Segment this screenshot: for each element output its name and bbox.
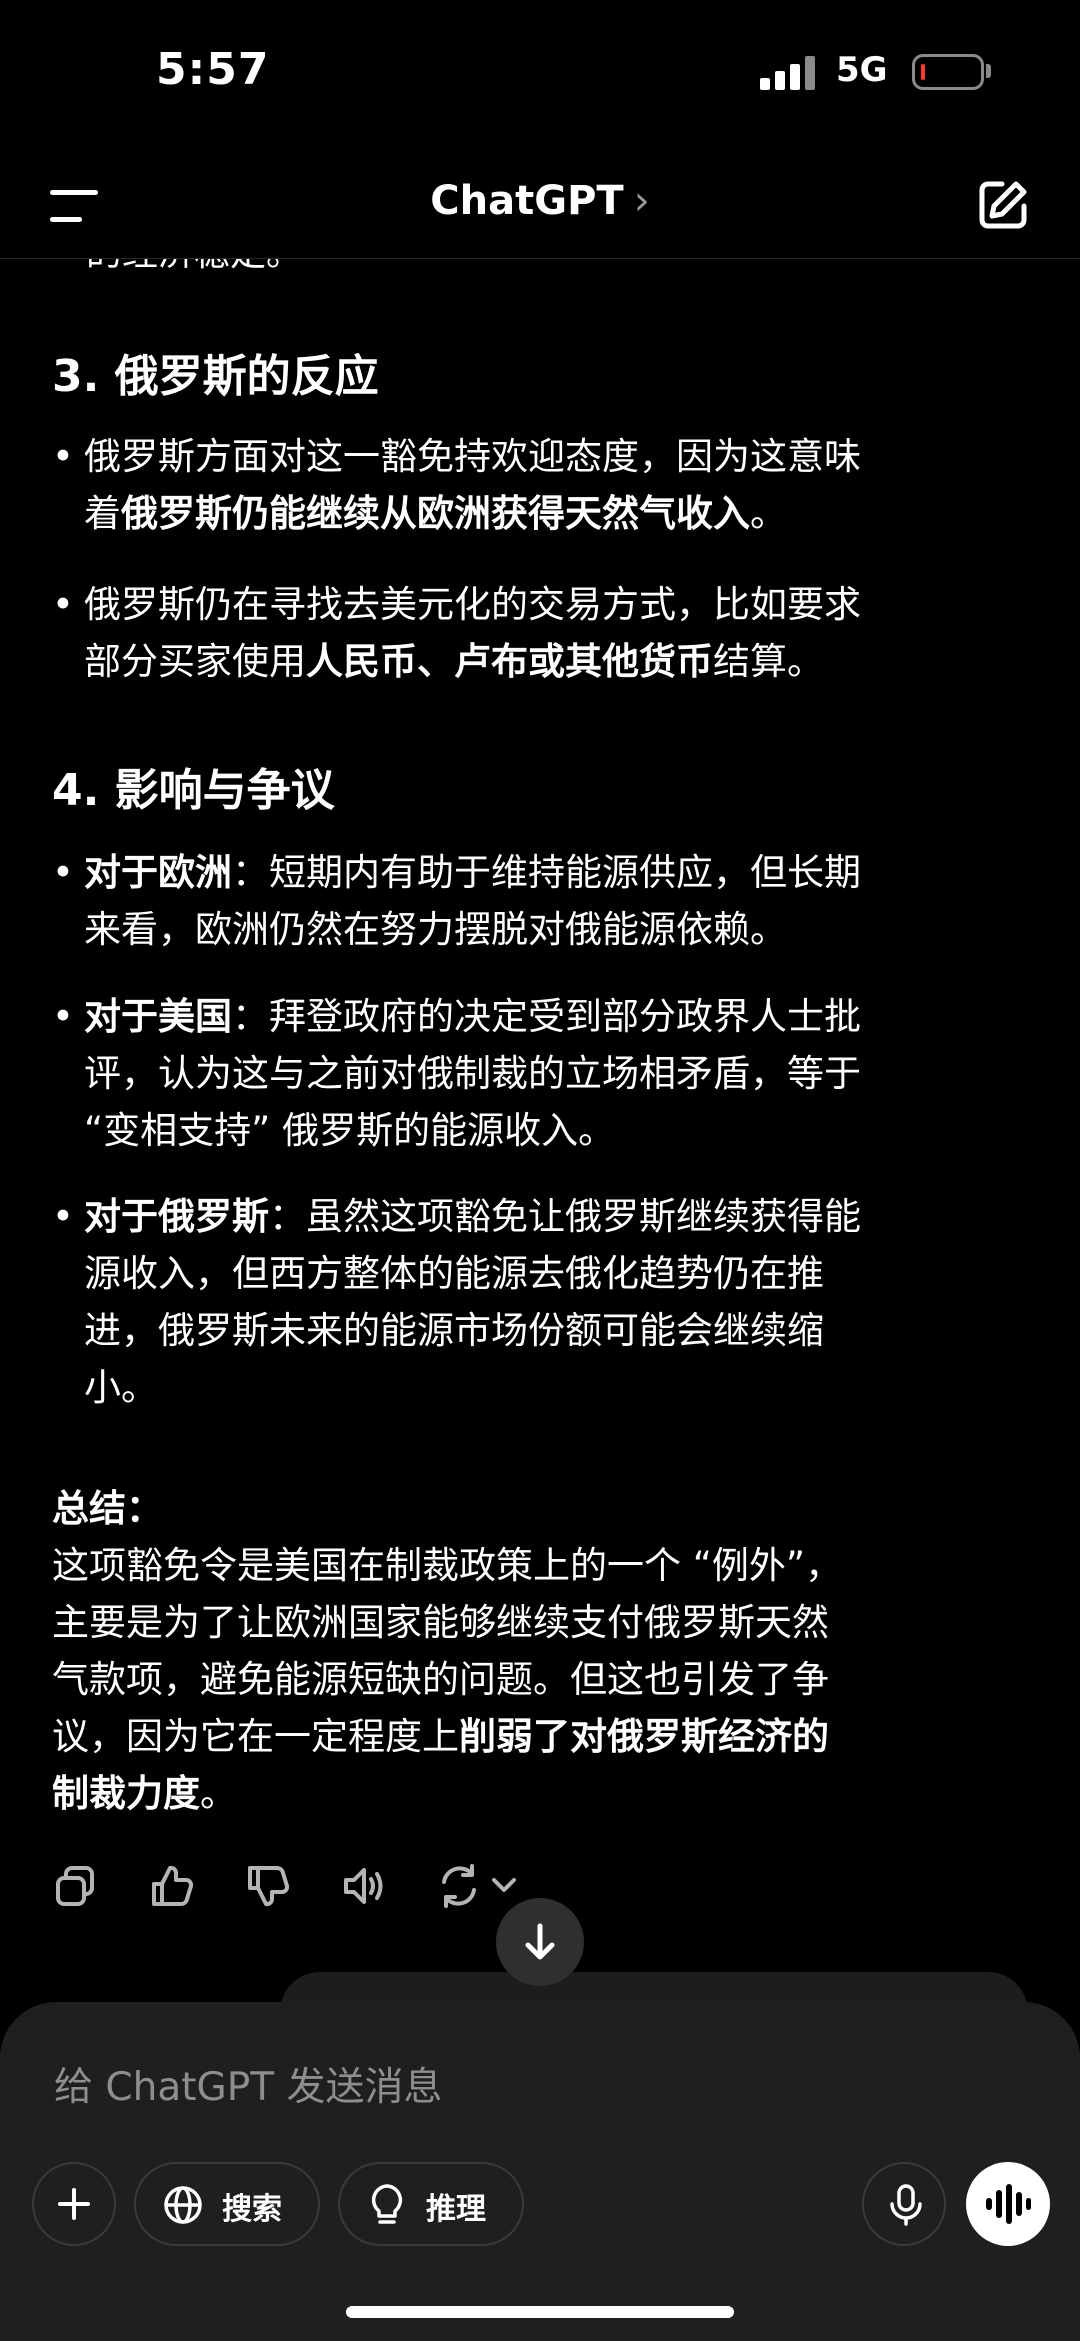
chevron-right-icon: › xyxy=(633,178,650,224)
thumbs-up-icon[interactable] xyxy=(148,1862,196,1910)
list-item: • 对于欧洲：短期内有助于维持能源供应，但长期 来看，欧洲仍然在努力摆脱对俄能源依… xyxy=(52,851,861,951)
message-composer: 给 ChatGPT 发送消息 搜索 推理 xyxy=(0,2002,1080,2341)
battery-icon xyxy=(912,54,984,90)
model-selector[interactable]: ChatGPT › xyxy=(0,178,1080,224)
reason-label: 推理 xyxy=(426,2192,486,2227)
read-aloud-icon[interactable] xyxy=(340,1862,388,1910)
chat-message: 的经济稳定。 3. 俄罗斯的反应 • 俄罗斯方面对这一豁免持欢迎态度，因为这意味… xyxy=(0,258,1080,1998)
battery-cap xyxy=(986,64,991,78)
message-input[interactable]: 给 ChatGPT 发送消息 xyxy=(54,2056,443,2112)
home-indicator xyxy=(346,2306,734,2318)
network-type: 5G xyxy=(836,50,888,90)
voice-mode-button[interactable] xyxy=(966,2162,1050,2246)
scroll-to-bottom-button[interactable] xyxy=(496,1898,584,1986)
globe-icon xyxy=(164,2186,202,2224)
page-title: ChatGPT xyxy=(430,178,624,224)
status-time: 5:57 xyxy=(156,44,270,95)
list-item: • 对于俄罗斯：虽然这项豁免让俄罗斯继续获得能 源收入，但西方整体的能源去俄化趋势… xyxy=(52,1195,861,1409)
nav-bar: ChatGPT › xyxy=(0,150,1080,259)
reason-button[interactable]: 推理 xyxy=(338,2162,524,2246)
copy-icon[interactable] xyxy=(52,1862,100,1910)
add-attachment-button[interactable] xyxy=(32,2162,116,2246)
lightbulb-icon xyxy=(371,2184,403,2224)
plus-icon xyxy=(58,2188,90,2220)
section-heading: 3. 俄罗斯的反应 xyxy=(52,351,379,402)
microphone-icon xyxy=(890,2184,922,2226)
list-item: • 俄罗斯方面对这一豁免持欢迎态度，因为这意味 着俄罗斯仍能继续从欧洲获得天然气收… xyxy=(52,435,861,535)
signal-icon xyxy=(760,56,815,90)
voice-waveform-icon xyxy=(986,2184,1031,2224)
list-item: • 俄罗斯仍在寻找去美元化的交易方式，比如要求 部分买家使用人民币、卢布或其他货币… xyxy=(52,583,861,683)
new-chat-icon[interactable] xyxy=(976,178,1030,232)
summary-heading: 总结： xyxy=(52,1487,163,1530)
search-label: 搜索 xyxy=(222,2192,282,2227)
section-heading: 4. 影响与争议 xyxy=(52,765,335,816)
clipped-text: 的经济稳定。 xyxy=(86,258,302,276)
thumbs-down-icon[interactable] xyxy=(244,1862,292,1910)
list-item: • 对于美国：拜登政府的决定受到部分政界人士批 评，认为这与之前对俄制裁的立场相矛… xyxy=(52,995,861,1152)
regenerate-icon[interactable] xyxy=(436,1862,526,1910)
search-button[interactable]: 搜索 xyxy=(134,2162,320,2246)
dictation-button[interactable] xyxy=(862,2162,946,2246)
summary-block: 总结： 这项豁免令是美国在制裁政策上的一个 “例外”， 主要是为了让欧洲国家能够… xyxy=(52,1487,843,1815)
status-bar: 5:57 5G xyxy=(0,0,1080,150)
arrow-down-icon xyxy=(525,1923,555,1960)
